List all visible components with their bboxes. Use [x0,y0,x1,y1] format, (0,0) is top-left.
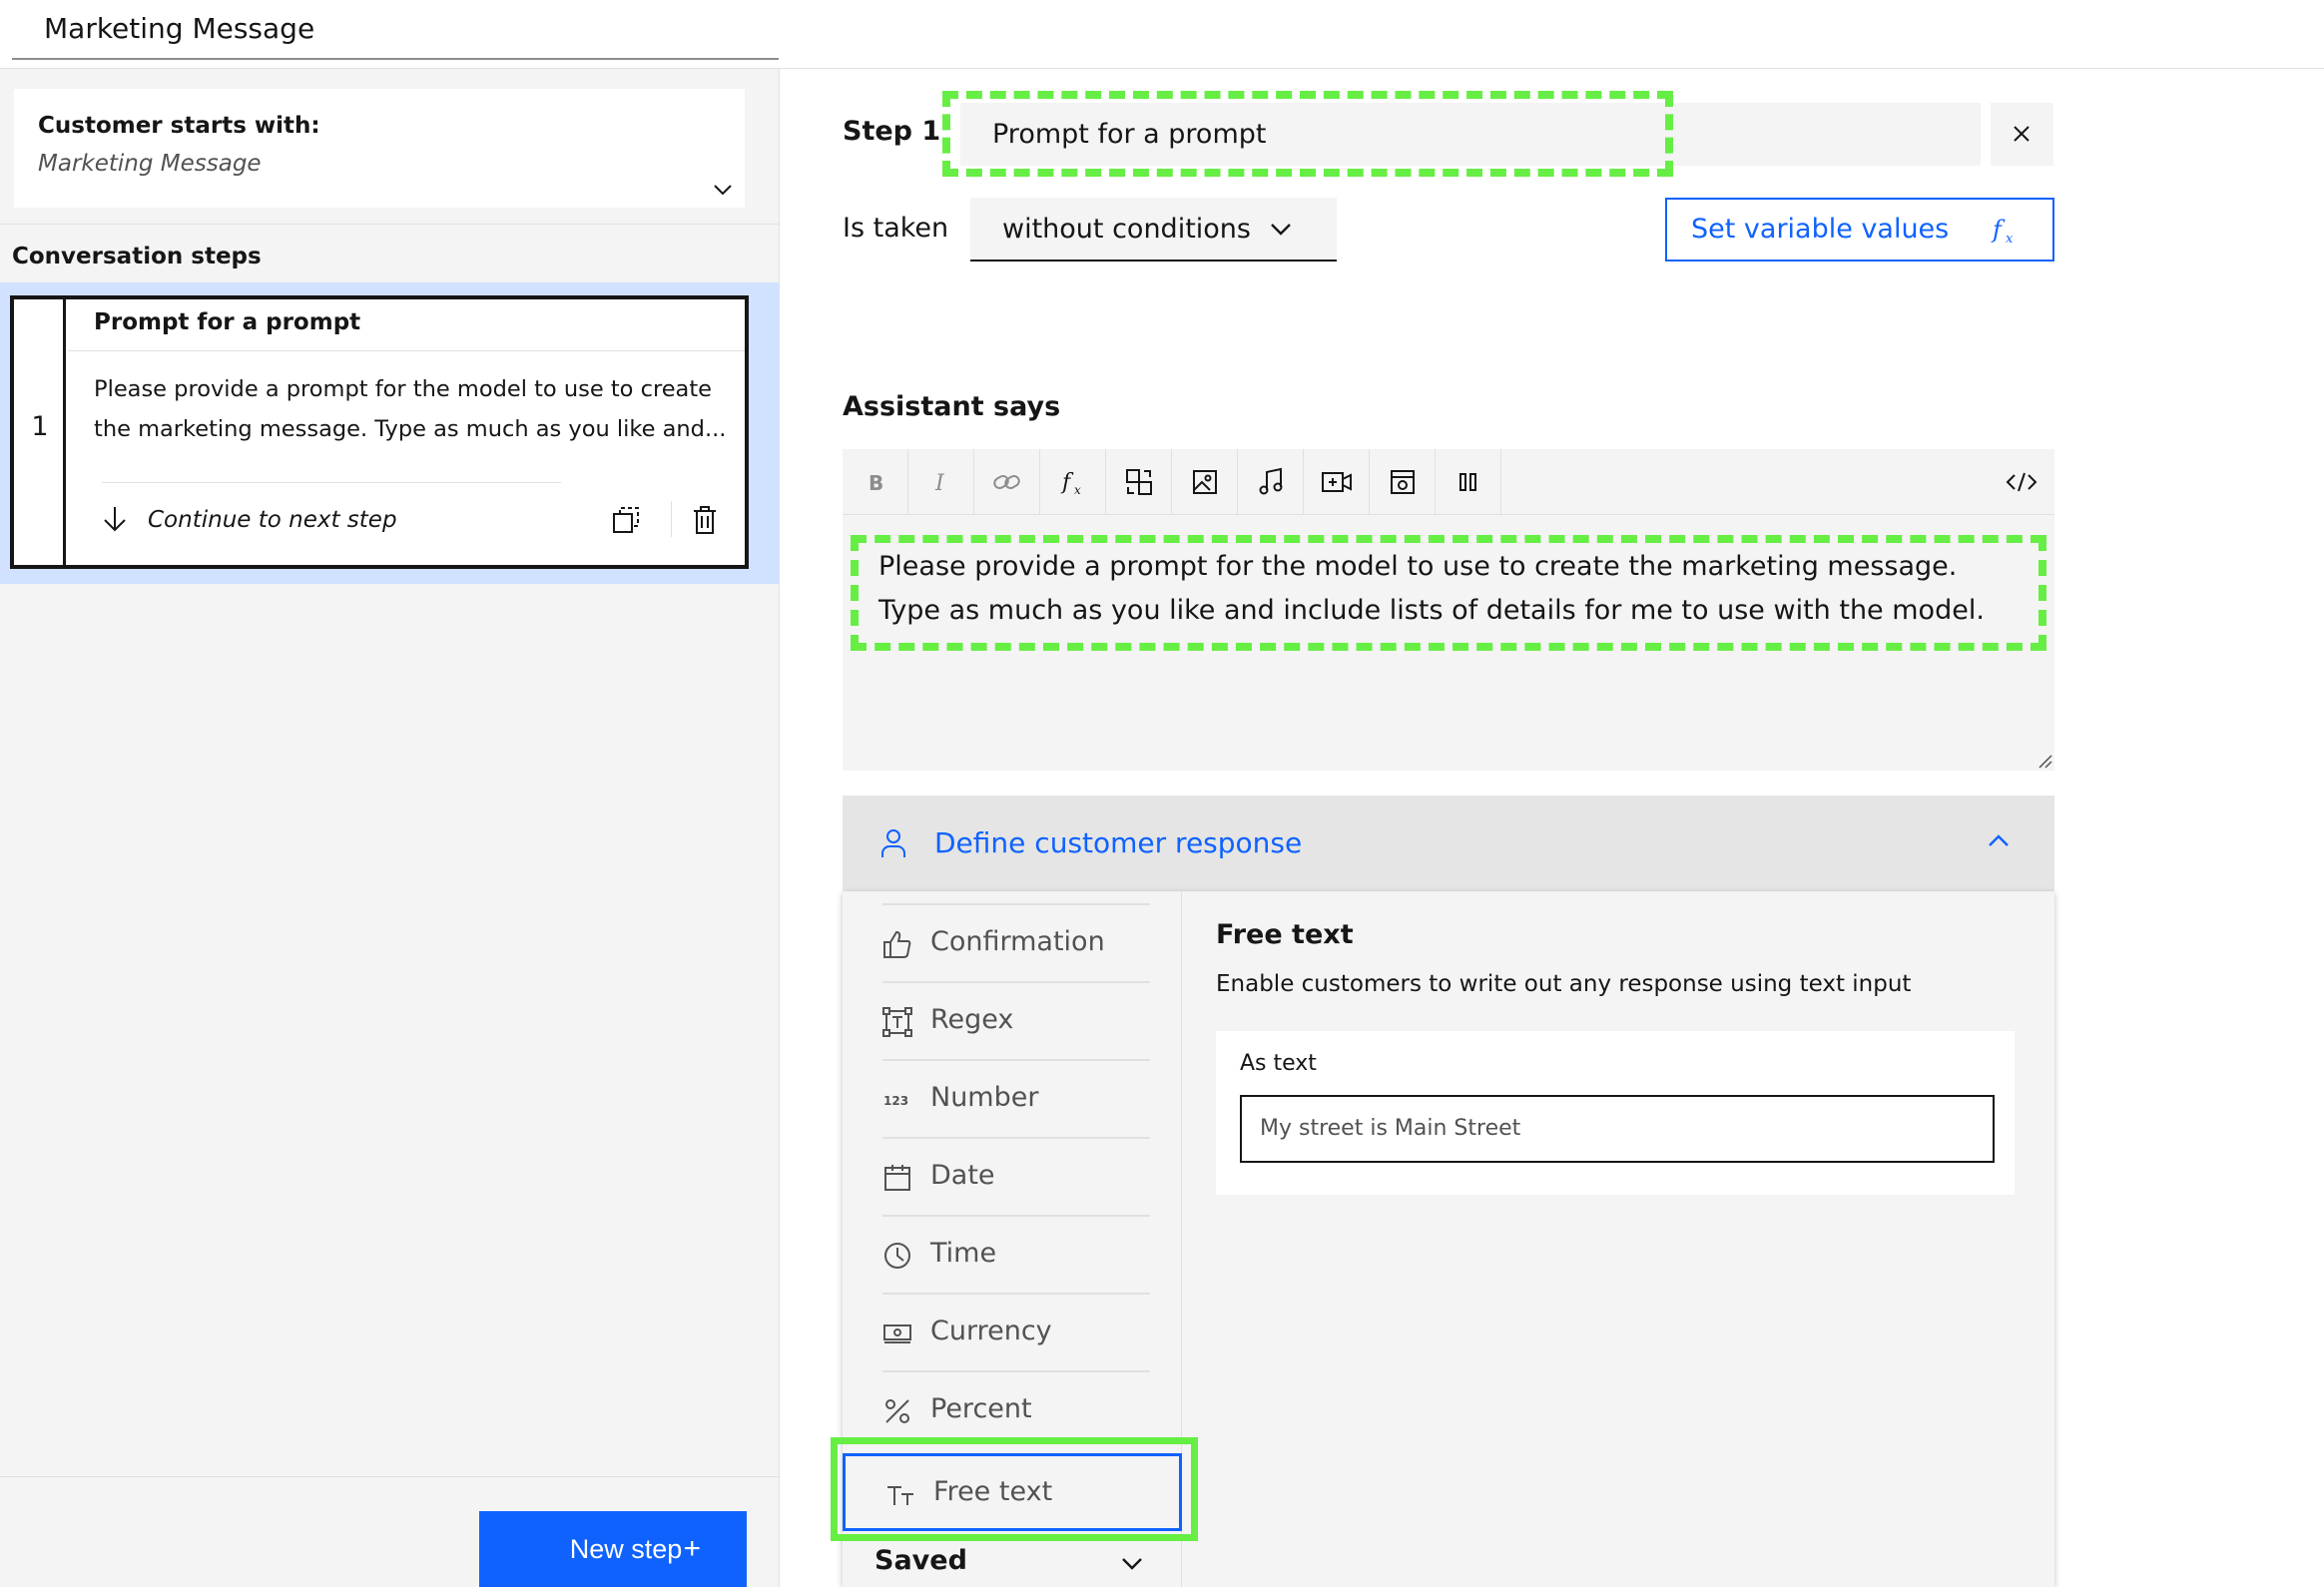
duplicate-icon[interactable] [611,505,641,535]
calendar-icon [882,1163,912,1193]
step-number-column: 1 [14,299,66,565]
close-icon [1991,122,2053,146]
italic-icon[interactable]: I [908,449,974,515]
response-type-date[interactable]: Date [882,1137,1150,1215]
step-next-action: Continue to next step [148,507,397,533]
step-card[interactable]: 1 Prompt for a prompt Please provide a p… [10,295,749,569]
set-variable-values-label: Set variable values [1691,214,1950,245]
step-title: Prompt for a prompt [94,309,361,335]
starts-with-value: Marketing Message [38,151,262,177]
step-number: 1 [31,411,49,442]
highlight-step-name [942,91,1673,177]
image-icon[interactable] [1172,449,1238,515]
set-variable-values-button[interactable]: Set variable values fx [1665,198,2054,262]
top-bar: Marketing Message [0,0,2324,69]
music-icon[interactable] [1238,449,1304,515]
close-button[interactable] [1991,103,2053,166]
left-panel: Customer starts with: Marketing Message … [0,69,780,1587]
response-type-currency[interactable]: Currency [882,1293,1150,1370]
response-type-label: Percent [930,1393,1032,1424]
clock-icon [882,1241,912,1271]
step-label: Step 1 [843,116,941,147]
user-icon [880,827,906,859]
customer-starts-with-panel[interactable]: Customer starts with: Marketing Message [14,89,745,208]
is-taken-label: Is taken [843,213,949,244]
thumbs-up-icon [882,929,912,959]
step-preview-text: Please provide a prompt for the model to… [94,376,727,442]
chevron-down-icon[interactable] [1120,1555,1144,1573]
response-type-label: Confirmation [930,926,1105,957]
new-step-label: New step [569,1534,683,1564]
regex-icon [882,1007,912,1037]
example-card: As text My street is Main Street [1216,1031,2015,1195]
highlight-message-text [851,535,2046,651]
resize-handle-icon[interactable] [2036,753,2052,769]
divider [0,1476,780,1477]
action-name-input[interactable]: Marketing Message [12,0,779,60]
highlight-free-text [831,1437,1198,1541]
link-icon[interactable] [974,449,1040,515]
svg-text:B: B [869,471,883,494]
saved-section-label[interactable]: Saved [874,1545,967,1576]
divider [102,482,561,483]
arrow-down-icon [102,505,128,533]
new-step-button[interactable]: New step + [479,1511,747,1587]
response-type-regex[interactable]: Regex [882,981,1150,1059]
response-detail-heading: Free text [1216,919,1354,950]
response-type-confirmation[interactable]: Confirmation [882,903,1150,981]
video-icon[interactable] [1304,449,1370,515]
response-type-time[interactable]: Time [882,1215,1150,1293]
divider [68,350,745,351]
divider [671,501,672,537]
response-detail-description: Enable customers to write out any respon… [1216,971,1912,997]
svg-text:I: I [934,471,945,494]
plus-icon: + [683,1532,701,1565]
code-icon[interactable] [1989,449,2054,515]
response-type-label: Time [930,1238,997,1269]
divider [0,224,780,225]
trash-icon[interactable] [692,505,718,535]
currency-icon [882,1319,912,1348]
conversation-steps-heading: Conversation steps [12,244,262,269]
iframe-icon[interactable] [1370,449,1436,515]
svg-text:123: 123 [883,1094,908,1108]
example-input: My street is Main Street [1240,1095,1995,1163]
svg-text:x: x [2006,232,2014,246]
response-type-number[interactable]: 123 Number [882,1059,1150,1137]
swap-icon[interactable] [1106,449,1172,515]
define-customer-response-toggle[interactable]: Define customer response [843,795,2054,891]
chevron-up-icon [1987,831,2011,849]
svg-text:x: x [1074,483,1081,497]
starts-with-label: Customer starts with: [38,113,320,139]
percent-icon [882,1396,912,1426]
condition-value: without conditions [1002,214,1251,245]
number-icon: 123 [882,1085,912,1115]
bold-icon[interactable]: B [843,449,908,515]
response-type-label: Number [930,1082,1039,1113]
response-type-label: Currency [930,1316,1052,1346]
rich-text-toolbar: B I fx [843,449,2054,515]
assistant-says-heading: Assistant says [843,391,1061,422]
response-type-label: Date [930,1160,995,1191]
function-icon: fx [1991,214,2019,246]
function-icon[interactable]: fx [1040,449,1106,515]
response-type-label: Regex [930,1004,1014,1035]
svg-text:f: f [1991,216,2006,244]
pause-icon[interactable] [1436,449,1501,515]
svg-text:f: f [1060,470,1074,495]
chevron-down-icon [1269,221,1293,239]
define-customer-response-label: Define customer response [934,826,1303,859]
example-label: As text [1240,1051,1317,1076]
chevron-down-icon[interactable] [711,178,735,202]
condition-dropdown[interactable]: without conditions [970,198,1337,262]
